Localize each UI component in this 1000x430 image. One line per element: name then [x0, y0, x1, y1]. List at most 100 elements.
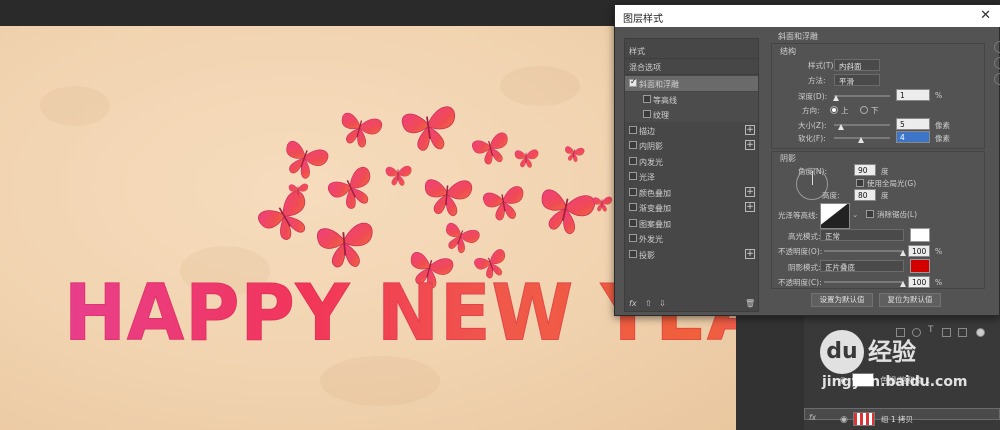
style-item[interactable]: 纹理	[625, 107, 758, 122]
shadow-opacity-slider[interactable]	[824, 281, 904, 283]
style-item[interactable]: 颜色叠加 +	[625, 185, 758, 200]
style-checkbox[interactable]	[629, 156, 637, 165]
style-checkbox[interactable]	[629, 218, 637, 227]
styles-footer: fx ⇧ ⇩ 🗑	[629, 297, 757, 311]
smart-filter-icon[interactable]	[958, 328, 967, 337]
blending-options[interactable]: 混合选项	[625, 59, 758, 74]
shadow-color-swatch[interactable]	[910, 259, 930, 273]
fx-icon[interactable]: fx	[629, 299, 637, 308]
structure-group: 结构 样式(T): 内斜面 ⌄ 方法: 平滑 ⌄ 深度(D): 1 % 方向: 上 …	[771, 43, 985, 149]
highlight-mode-select[interactable]: 正常 ⌄	[820, 229, 904, 241]
style-checkbox[interactable]	[629, 187, 637, 196]
style-item[interactable]: 内发光	[625, 154, 758, 169]
soften-input[interactable]: 4	[896, 131, 930, 143]
style-item[interactable]: 等高线	[625, 91, 758, 107]
style-checkbox[interactable]	[629, 249, 637, 258]
add-style-icon[interactable]: +	[745, 202, 755, 212]
filter-toggle-icon[interactable]	[976, 328, 985, 337]
anti-aliased-label: 消除锯齿(L)	[877, 210, 918, 219]
butterfly	[422, 176, 474, 219]
highlight-opacity-slider[interactable]	[824, 250, 904, 252]
chevron-down-icon[interactable]: ⌄	[852, 210, 858, 219]
shading-group: 阴影 角度(N): 90 度 使用全局光(G) 高度: 80 度 光泽等高线: …	[771, 151, 985, 289]
style-item-label: 斜面和浮雕	[639, 80, 679, 89]
soften-value: 4	[900, 133, 905, 142]
style-checkbox[interactable]	[643, 110, 651, 118]
cancel-side-button[interactable]	[994, 57, 1000, 69]
style-item[interactable]: 渐变叠加 +	[625, 200, 758, 215]
styles-header-label: 样式	[629, 47, 645, 56]
trash-icon[interactable]: 🗑	[745, 299, 755, 308]
butterfly	[470, 130, 514, 169]
add-style-icon[interactable]: +	[745, 248, 755, 259]
ok-side-button[interactable]	[994, 41, 1000, 53]
chevron-down-icon: ⌄	[825, 230, 831, 238]
altitude-input[interactable]: 80	[854, 189, 876, 201]
style-checkbox[interactable]	[643, 94, 651, 103]
make-default-button[interactable]: 设置为默认值	[811, 293, 873, 307]
style-checkbox[interactable]	[629, 125, 637, 134]
style-item[interactable]: 图案叠加	[625, 216, 758, 231]
gloss-contour-label: 光泽等高线:	[778, 211, 819, 220]
global-light-checkbox[interactable]	[856, 179, 864, 187]
move-up-icon[interactable]: ⇧	[645, 299, 652, 308]
butterfly	[385, 165, 412, 187]
layer-row[interactable]: ◉ 组 1 拷贝 fx	[804, 408, 1000, 426]
butterfly	[324, 164, 382, 216]
technique-select[interactable]: 平滑 ⌄	[834, 74, 880, 86]
angle-input[interactable]: 90	[854, 164, 876, 176]
direction-down-radio[interactable]	[860, 106, 868, 114]
depth-slider-knob[interactable]	[833, 95, 839, 101]
shadow-mode-select[interactable]: 正片叠底 ⌄	[820, 260, 904, 272]
reset-default-button[interactable]: 复位为默认值	[879, 293, 941, 307]
style-item-label: 外发光	[639, 235, 663, 244]
layer-fx-icon[interactable]: fx	[809, 413, 987, 422]
soften-slider-knob[interactable]	[858, 137, 864, 143]
altitude-label: 高度:	[822, 191, 840, 200]
style-checkbox[interactable]	[629, 203, 637, 211]
new-style-side-button[interactable]	[994, 73, 1000, 85]
bevel-style-select[interactable]: 内斜面 ⌄	[834, 59, 880, 71]
highlight-color-swatch[interactable]	[910, 228, 930, 242]
global-light-label: 使用全局光(G)	[867, 179, 917, 188]
shadow-opacity-input[interactable]: 100	[908, 276, 930, 288]
style-checkbox[interactable]	[629, 172, 637, 180]
depth-input[interactable]: 1	[896, 89, 930, 101]
style-checkbox[interactable]	[629, 77, 637, 87]
highlight-opacity-knob[interactable]	[900, 250, 906, 256]
style-item[interactable]: 内阴影 +	[625, 138, 758, 153]
add-style-icon[interactable]: +	[745, 124, 755, 135]
style-item[interactable]: 投影 +	[625, 247, 758, 262]
shadow-opacity-knob[interactable]	[900, 281, 906, 287]
highlight-opacity-input[interactable]: 100	[908, 245, 930, 257]
add-style-icon[interactable]: +	[745, 140, 755, 150]
butterfly	[534, 185, 598, 239]
angle-value: 90	[858, 166, 868, 175]
type-filter-icon[interactable]: T	[928, 325, 937, 335]
dialog-titlebar[interactable]: 图层样式 ✕	[615, 5, 1000, 27]
shadow-opacity-label: 不透明度(C):	[778, 278, 822, 287]
size-value: 5	[900, 120, 905, 129]
style-item[interactable]: 光泽	[625, 169, 758, 184]
shadow-mode-label: 阴影模式:	[788, 263, 821, 272]
move-down-icon[interactable]: ⇩	[659, 299, 666, 308]
style-item-label: 渐变叠加	[639, 204, 671, 213]
styles-header[interactable]: 样式	[625, 43, 758, 58]
style-item-label: 纹理	[653, 111, 669, 120]
add-style-icon[interactable]: +	[745, 186, 755, 197]
direction-up-radio[interactable]	[830, 106, 838, 114]
shape-filter-icon[interactable]	[942, 328, 951, 337]
size-input[interactable]: 5	[896, 118, 930, 130]
style-item-label: 描边	[639, 126, 655, 136]
direction-up-label: 上	[841, 106, 849, 115]
style-item[interactable]: 斜面和浮雕	[625, 76, 758, 91]
style-checkbox[interactable]	[629, 141, 637, 149]
style-checkbox[interactable]	[629, 234, 637, 242]
style-item[interactable]: 外发光	[625, 231, 758, 246]
anti-aliased-checkbox[interactable]	[866, 210, 874, 218]
size-slider-knob[interactable]	[838, 124, 844, 130]
gloss-contour-picker[interactable]	[820, 203, 850, 229]
close-icon[interactable]: ✕	[980, 8, 991, 23]
depth-slider[interactable]	[834, 95, 890, 97]
style-item[interactable]: 描边 +	[625, 123, 758, 138]
